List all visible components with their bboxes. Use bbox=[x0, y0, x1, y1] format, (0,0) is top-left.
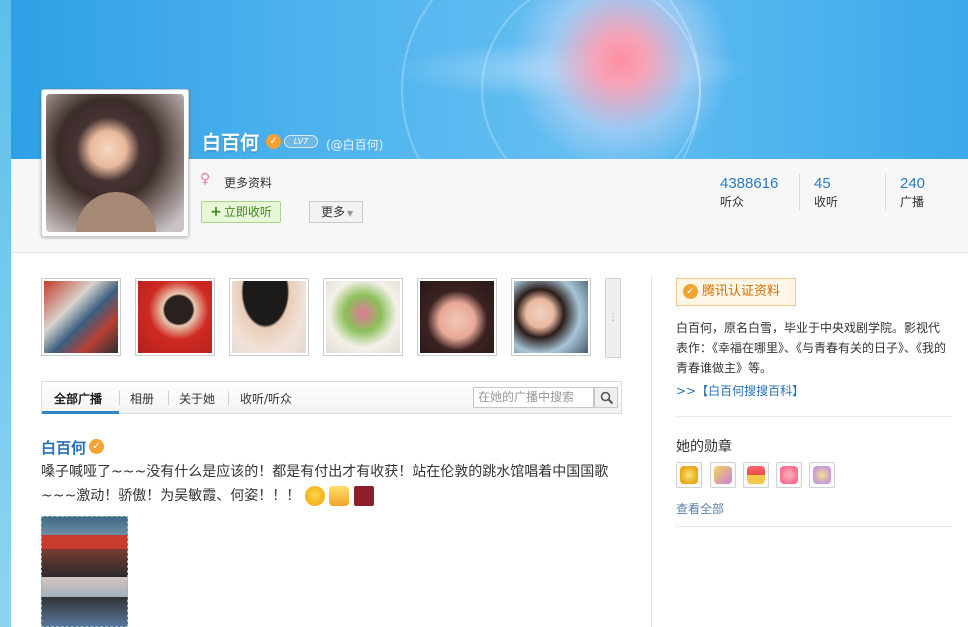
plus-icon: + bbox=[210, 204, 222, 220]
stat-label: 收听 bbox=[814, 195, 839, 209]
stat-broadcasts[interactable]: 240 广播 bbox=[900, 175, 925, 210]
stat-value: 4388616 bbox=[720, 175, 779, 192]
more-button-label: 更多 bbox=[321, 205, 346, 219]
more-info-link[interactable]: 更多资料 bbox=[224, 174, 272, 191]
photo-thumbnail[interactable] bbox=[511, 278, 591, 356]
medal-badge[interactable] bbox=[809, 462, 835, 488]
tab-separator bbox=[119, 391, 120, 405]
verified-icon[interactable]: ✓ bbox=[89, 439, 104, 454]
search-button[interactable] bbox=[594, 387, 618, 408]
chevron-down-icon: ▼ bbox=[347, 209, 354, 218]
stat-divider bbox=[885, 174, 886, 210]
active-tab-indicator bbox=[42, 411, 119, 414]
profile-handle: (@白百何) bbox=[326, 138, 384, 152]
stat-value: 45 bbox=[814, 175, 831, 192]
medal-bag-icon bbox=[813, 466, 831, 484]
follow-button-label: 立即收听 bbox=[223, 205, 272, 219]
tencent-cert-button[interactable]: ✓ 腾讯认证资料 bbox=[676, 278, 796, 306]
stat-following[interactable]: 45 收听 bbox=[814, 175, 838, 210]
tab-separator bbox=[228, 391, 229, 405]
follow-button[interactable]: + 立即收听 bbox=[201, 201, 281, 223]
divider bbox=[676, 526, 951, 527]
female-icon: ♀ bbox=[200, 171, 211, 187]
photo-thumbnail[interactable] bbox=[135, 278, 215, 356]
medal-pencil-icon bbox=[714, 466, 732, 484]
photo-thumbnail[interactable] bbox=[323, 278, 403, 356]
post-body: 嗓子喊哑了~~~没有什么是应该的！都是有付出才有收获！站在伦敦的跳水馆唱着中国国… bbox=[41, 464, 609, 504]
stat-divider bbox=[799, 174, 800, 210]
verified-icon: ✓ bbox=[683, 284, 698, 299]
medal-badge[interactable] bbox=[676, 462, 702, 488]
cert-label: 腾讯认证资料 bbox=[702, 284, 781, 299]
feed-tabs: 全部广播 相册 关于她 收听/听众 在她的广播中搜索 bbox=[41, 381, 622, 414]
photo-thumbnail[interactable] bbox=[417, 278, 497, 356]
baike-link[interactable]: >>【白百何搜搜百科】 bbox=[676, 382, 804, 399]
photo-thumbnail[interactable] bbox=[229, 278, 309, 356]
post-image[interactable] bbox=[41, 516, 128, 627]
thumbs-up-icon bbox=[329, 486, 350, 506]
tab-about[interactable]: 关于她 bbox=[179, 390, 215, 407]
post-author-link[interactable]: 白百何 bbox=[41, 437, 86, 458]
stat-label: 广播 bbox=[900, 195, 925, 209]
stat-value: 240 bbox=[900, 175, 926, 192]
tab-all-broadcasts[interactable]: 全部广播 bbox=[54, 390, 102, 407]
search-input[interactable]: 在她的广播中搜索 bbox=[473, 387, 594, 408]
medal-badge[interactable] bbox=[776, 462, 802, 488]
profile-name: 白百何 bbox=[202, 132, 260, 154]
avatar[interactable] bbox=[41, 89, 189, 237]
post-text: 嗓子喊哑了~~~没有什么是应该的！都是有付出才有收获！站在伦敦的跳水馆唱着中国国… bbox=[41, 460, 616, 508]
search-icon bbox=[600, 391, 614, 405]
stat-listeners[interactable]: 4388616 听众 bbox=[720, 175, 778, 210]
view-all-medals-link[interactable]: 查看全部 bbox=[676, 500, 724, 517]
level-badge[interactable]: LV7 bbox=[284, 135, 318, 148]
photo-thumbnail[interactable] bbox=[41, 278, 121, 356]
tab-follow[interactable]: 收听/听众 bbox=[240, 390, 292, 407]
verified-icon[interactable]: ✓ bbox=[266, 134, 281, 149]
bio-text: 白百何，原名白雪，毕业于中央戏剧学院。影视代表作：《幸福在哪里》、《与青春有关的… bbox=[676, 321, 947, 375]
tab-album[interactable]: 相册 bbox=[130, 390, 154, 407]
medal-badge[interactable] bbox=[743, 462, 769, 488]
divider bbox=[676, 416, 951, 417]
photo-strip-next[interactable]: ⋮ bbox=[605, 278, 621, 358]
medal-heart-icon bbox=[780, 466, 798, 484]
medal-smile-icon bbox=[680, 466, 698, 484]
castle-icon bbox=[353, 486, 374, 506]
more-dropdown-button[interactable]: 更多 ▼ bbox=[309, 201, 363, 223]
medal-badge[interactable] bbox=[710, 462, 736, 488]
left-edge-bar bbox=[0, 0, 11, 627]
medal-gift-icon bbox=[747, 466, 765, 484]
column-divider bbox=[651, 276, 652, 627]
avatar-image bbox=[46, 94, 184, 232]
medals-title: 她的勋章 bbox=[676, 439, 732, 455]
crying-emoji-icon bbox=[304, 486, 325, 506]
tab-separator bbox=[168, 391, 169, 405]
stat-label: 听众 bbox=[720, 195, 745, 209]
